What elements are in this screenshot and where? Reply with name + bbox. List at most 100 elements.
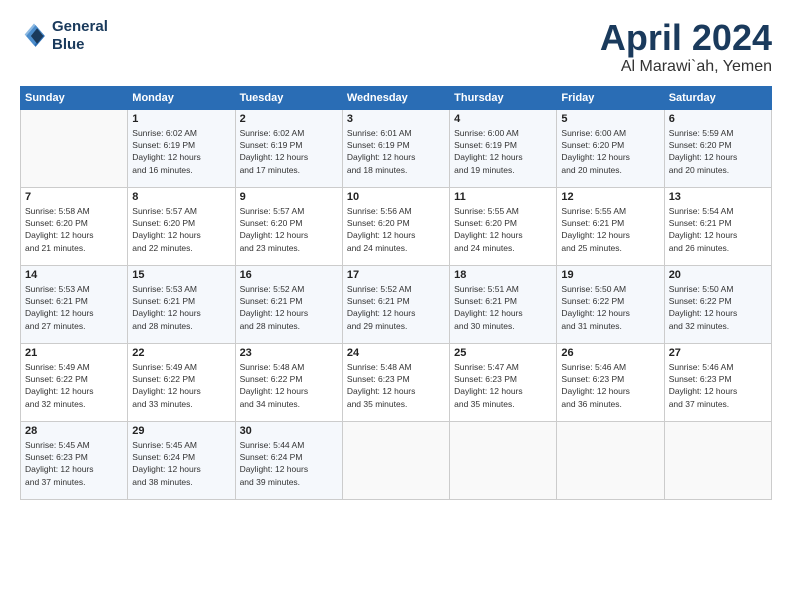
- calendar-cell: 21Sunrise: 5:49 AMSunset: 6:22 PMDayligh…: [21, 343, 128, 421]
- day-number: 1: [132, 113, 230, 125]
- day-number: 26: [561, 347, 659, 359]
- logo: General Blue: [20, 18, 108, 54]
- day-number: 15: [132, 269, 230, 281]
- calendar-cell: 3 Sunrise: 6:01 AMSunset: 6:19 PMDaylight…: [342, 109, 449, 187]
- day-info: Sunrise: 5:46 AMSunset: 6:23 PMDaylight:…: [561, 361, 659, 410]
- col-header-monday: Monday: [128, 86, 235, 109]
- day-info: Sunrise: 5:59 AMSunset: 6:20 PMDaylight:…: [669, 127, 767, 176]
- day-number: 14: [25, 269, 123, 281]
- day-info: Sunrise: 5:45 AMSunset: 6:24 PMDaylight:…: [132, 439, 230, 488]
- calendar-cell: 8 Sunrise: 5:57 AMSunset: 6:20 PMDaylight…: [128, 187, 235, 265]
- day-info: Sunrise: 5:50 AMSunset: 6:22 PMDaylight:…: [561, 283, 659, 332]
- day-info: Sunrise: 5:56 AMSunset: 6:20 PMDaylight:…: [347, 205, 445, 254]
- day-number: 25: [454, 347, 552, 359]
- calendar-cell: 26 Sunrise: 5:46 AMSunset: 6:23 PMDayligh…: [557, 343, 664, 421]
- calendar-cell: 30Sunrise: 5:44 AMSunset: 6:24 PMDayligh…: [235, 421, 342, 499]
- calendar-cell: 24Sunrise: 5:48 AMSunset: 6:23 PMDayligh…: [342, 343, 449, 421]
- calendar-cell: 17 Sunrise: 5:52 AMSunset: 6:21 PMDayligh…: [342, 265, 449, 343]
- day-number: 30: [240, 425, 338, 437]
- calendar-cell: 20 Sunrise: 5:50 AMSunset: 6:22 PMDayligh…: [664, 265, 771, 343]
- day-info: Sunrise: 6:02 AMSunset: 6:19 PMDaylight:…: [240, 127, 338, 176]
- day-info: Sunrise: 6:00 AMSunset: 6:19 PMDaylight:…: [454, 127, 552, 176]
- calendar-cell: [21, 109, 128, 187]
- day-number: 6: [669, 113, 767, 125]
- day-number: 28: [25, 425, 123, 437]
- day-number: 3: [347, 113, 445, 125]
- day-number: 4: [454, 113, 552, 125]
- logo-text: General Blue: [52, 18, 108, 54]
- calendar-cell: [342, 421, 449, 499]
- calendar-cell: 14 Sunrise: 5:53 AMSunset: 6:21 PMDayligh…: [21, 265, 128, 343]
- calendar-cell: 5 Sunrise: 6:00 AMSunset: 6:20 PMDaylight…: [557, 109, 664, 187]
- calendar-cell: 6 Sunrise: 5:59 AMSunset: 6:20 PMDaylight…: [664, 109, 771, 187]
- day-number: 10: [347, 191, 445, 203]
- col-header-wednesday: Wednesday: [342, 86, 449, 109]
- day-info: Sunrise: 6:00 AMSunset: 6:20 PMDaylight:…: [561, 127, 659, 176]
- calendar-cell: 10 Sunrise: 5:56 AMSunset: 6:20 PMDayligh…: [342, 187, 449, 265]
- day-number: 24: [347, 347, 445, 359]
- day-info: Sunrise: 5:47 AMSunset: 6:23 PMDaylight:…: [454, 361, 552, 410]
- calendar-cell: 25 Sunrise: 5:47 AMSunset: 6:23 PMDayligh…: [450, 343, 557, 421]
- calendar-cell: [557, 421, 664, 499]
- col-header-tuesday: Tuesday: [235, 86, 342, 109]
- day-number: 8: [132, 191, 230, 203]
- day-number: 11: [454, 191, 552, 203]
- calendar-table: SundayMondayTuesdayWednesdayThursdayFrid…: [20, 86, 772, 500]
- col-header-friday: Friday: [557, 86, 664, 109]
- calendar-cell: 22 Sunrise: 5:49 AMSunset: 6:22 PMDayligh…: [128, 343, 235, 421]
- day-info: Sunrise: 5:53 AMSunset: 6:21 PMDaylight:…: [25, 283, 123, 332]
- day-number: 20: [669, 269, 767, 281]
- calendar-cell: 11 Sunrise: 5:55 AMSunset: 6:20 PMDayligh…: [450, 187, 557, 265]
- day-number: 27: [669, 347, 767, 359]
- day-info: Sunrise: 5:55 AMSunset: 6:20 PMDaylight:…: [454, 205, 552, 254]
- day-number: 17: [347, 269, 445, 281]
- calendar-cell: 29 Sunrise: 5:45 AMSunset: 6:24 PMDayligh…: [128, 421, 235, 499]
- day-number: 7: [25, 191, 123, 203]
- calendar-cell: 12 Sunrise: 5:55 AMSunset: 6:21 PMDayligh…: [557, 187, 664, 265]
- calendar-cell: 15 Sunrise: 5:53 AMSunset: 6:21 PMDayligh…: [128, 265, 235, 343]
- col-header-saturday: Saturday: [664, 86, 771, 109]
- calendar-cell: 2 Sunrise: 6:02 AMSunset: 6:19 PMDaylight…: [235, 109, 342, 187]
- day-number: 23: [240, 347, 338, 359]
- day-info: Sunrise: 5:45 AMSunset: 6:23 PMDaylight:…: [25, 439, 123, 488]
- day-info: Sunrise: 5:48 AMSunset: 6:22 PMDaylight:…: [240, 361, 338, 410]
- day-info: Sunrise: 6:01 AMSunset: 6:19 PMDaylight:…: [347, 127, 445, 176]
- day-number: 19: [561, 269, 659, 281]
- col-header-thursday: Thursday: [450, 86, 557, 109]
- day-info: Sunrise: 5:50 AMSunset: 6:22 PMDaylight:…: [669, 283, 767, 332]
- day-info: Sunrise: 5:53 AMSunset: 6:21 PMDaylight:…: [132, 283, 230, 332]
- calendar-cell: [450, 421, 557, 499]
- day-info: Sunrise: 5:52 AMSunset: 6:21 PMDaylight:…: [240, 283, 338, 332]
- day-number: 22: [132, 347, 230, 359]
- day-number: 5: [561, 113, 659, 125]
- calendar-cell: 18Sunrise: 5:51 AMSunset: 6:21 PMDayligh…: [450, 265, 557, 343]
- day-info: Sunrise: 5:46 AMSunset: 6:23 PMDaylight:…: [669, 361, 767, 410]
- col-header-sunday: Sunday: [21, 86, 128, 109]
- day-number: 2: [240, 113, 338, 125]
- calendar-cell: 16 Sunrise: 5:52 AMSunset: 6:21 PMDayligh…: [235, 265, 342, 343]
- day-number: 13: [669, 191, 767, 203]
- calendar-cell: 23 Sunrise: 5:48 AMSunset: 6:22 PMDayligh…: [235, 343, 342, 421]
- day-number: 12: [561, 191, 659, 203]
- day-info: Sunrise: 5:52 AMSunset: 6:21 PMDaylight:…: [347, 283, 445, 332]
- day-info: Sunrise: 5:57 AMSunset: 6:20 PMDaylight:…: [132, 205, 230, 254]
- day-info: Sunrise: 5:55 AMSunset: 6:21 PMDaylight:…: [561, 205, 659, 254]
- day-info: Sunrise: 5:49 AMSunset: 6:22 PMDaylight:…: [25, 361, 123, 410]
- calendar-cell: 1 Sunrise: 6:02 AMSunset: 6:19 PMDaylight…: [128, 109, 235, 187]
- calendar-cell: 13 Sunrise: 5:54 AMSunset: 6:21 PMDayligh…: [664, 187, 771, 265]
- calendar-cell: 7Sunrise: 5:58 AMSunset: 6:20 PMDaylight…: [21, 187, 128, 265]
- page: General Blue April 2024 Al Marawi`ah, Ye…: [0, 0, 792, 612]
- day-number: 29: [132, 425, 230, 437]
- calendar-cell: 19 Sunrise: 5:50 AMSunset: 6:22 PMDayligh…: [557, 265, 664, 343]
- calendar-cell: 9 Sunrise: 5:57 AMSunset: 6:20 PMDaylight…: [235, 187, 342, 265]
- day-number: 16: [240, 269, 338, 281]
- day-number: 9: [240, 191, 338, 203]
- day-info: Sunrise: 5:49 AMSunset: 6:22 PMDaylight:…: [132, 361, 230, 410]
- day-info: Sunrise: 5:54 AMSunset: 6:21 PMDaylight:…: [669, 205, 767, 254]
- day-info: Sunrise: 5:51 AMSunset: 6:21 PMDaylight:…: [454, 283, 552, 332]
- location: Al Marawi`ah, Yemen: [600, 58, 772, 76]
- day-info: Sunrise: 6:02 AMSunset: 6:19 PMDaylight:…: [132, 127, 230, 176]
- day-info: Sunrise: 5:57 AMSunset: 6:20 PMDaylight:…: [240, 205, 338, 254]
- logo-icon: [20, 22, 48, 50]
- calendar-cell: 28 Sunrise: 5:45 AMSunset: 6:23 PMDayligh…: [21, 421, 128, 499]
